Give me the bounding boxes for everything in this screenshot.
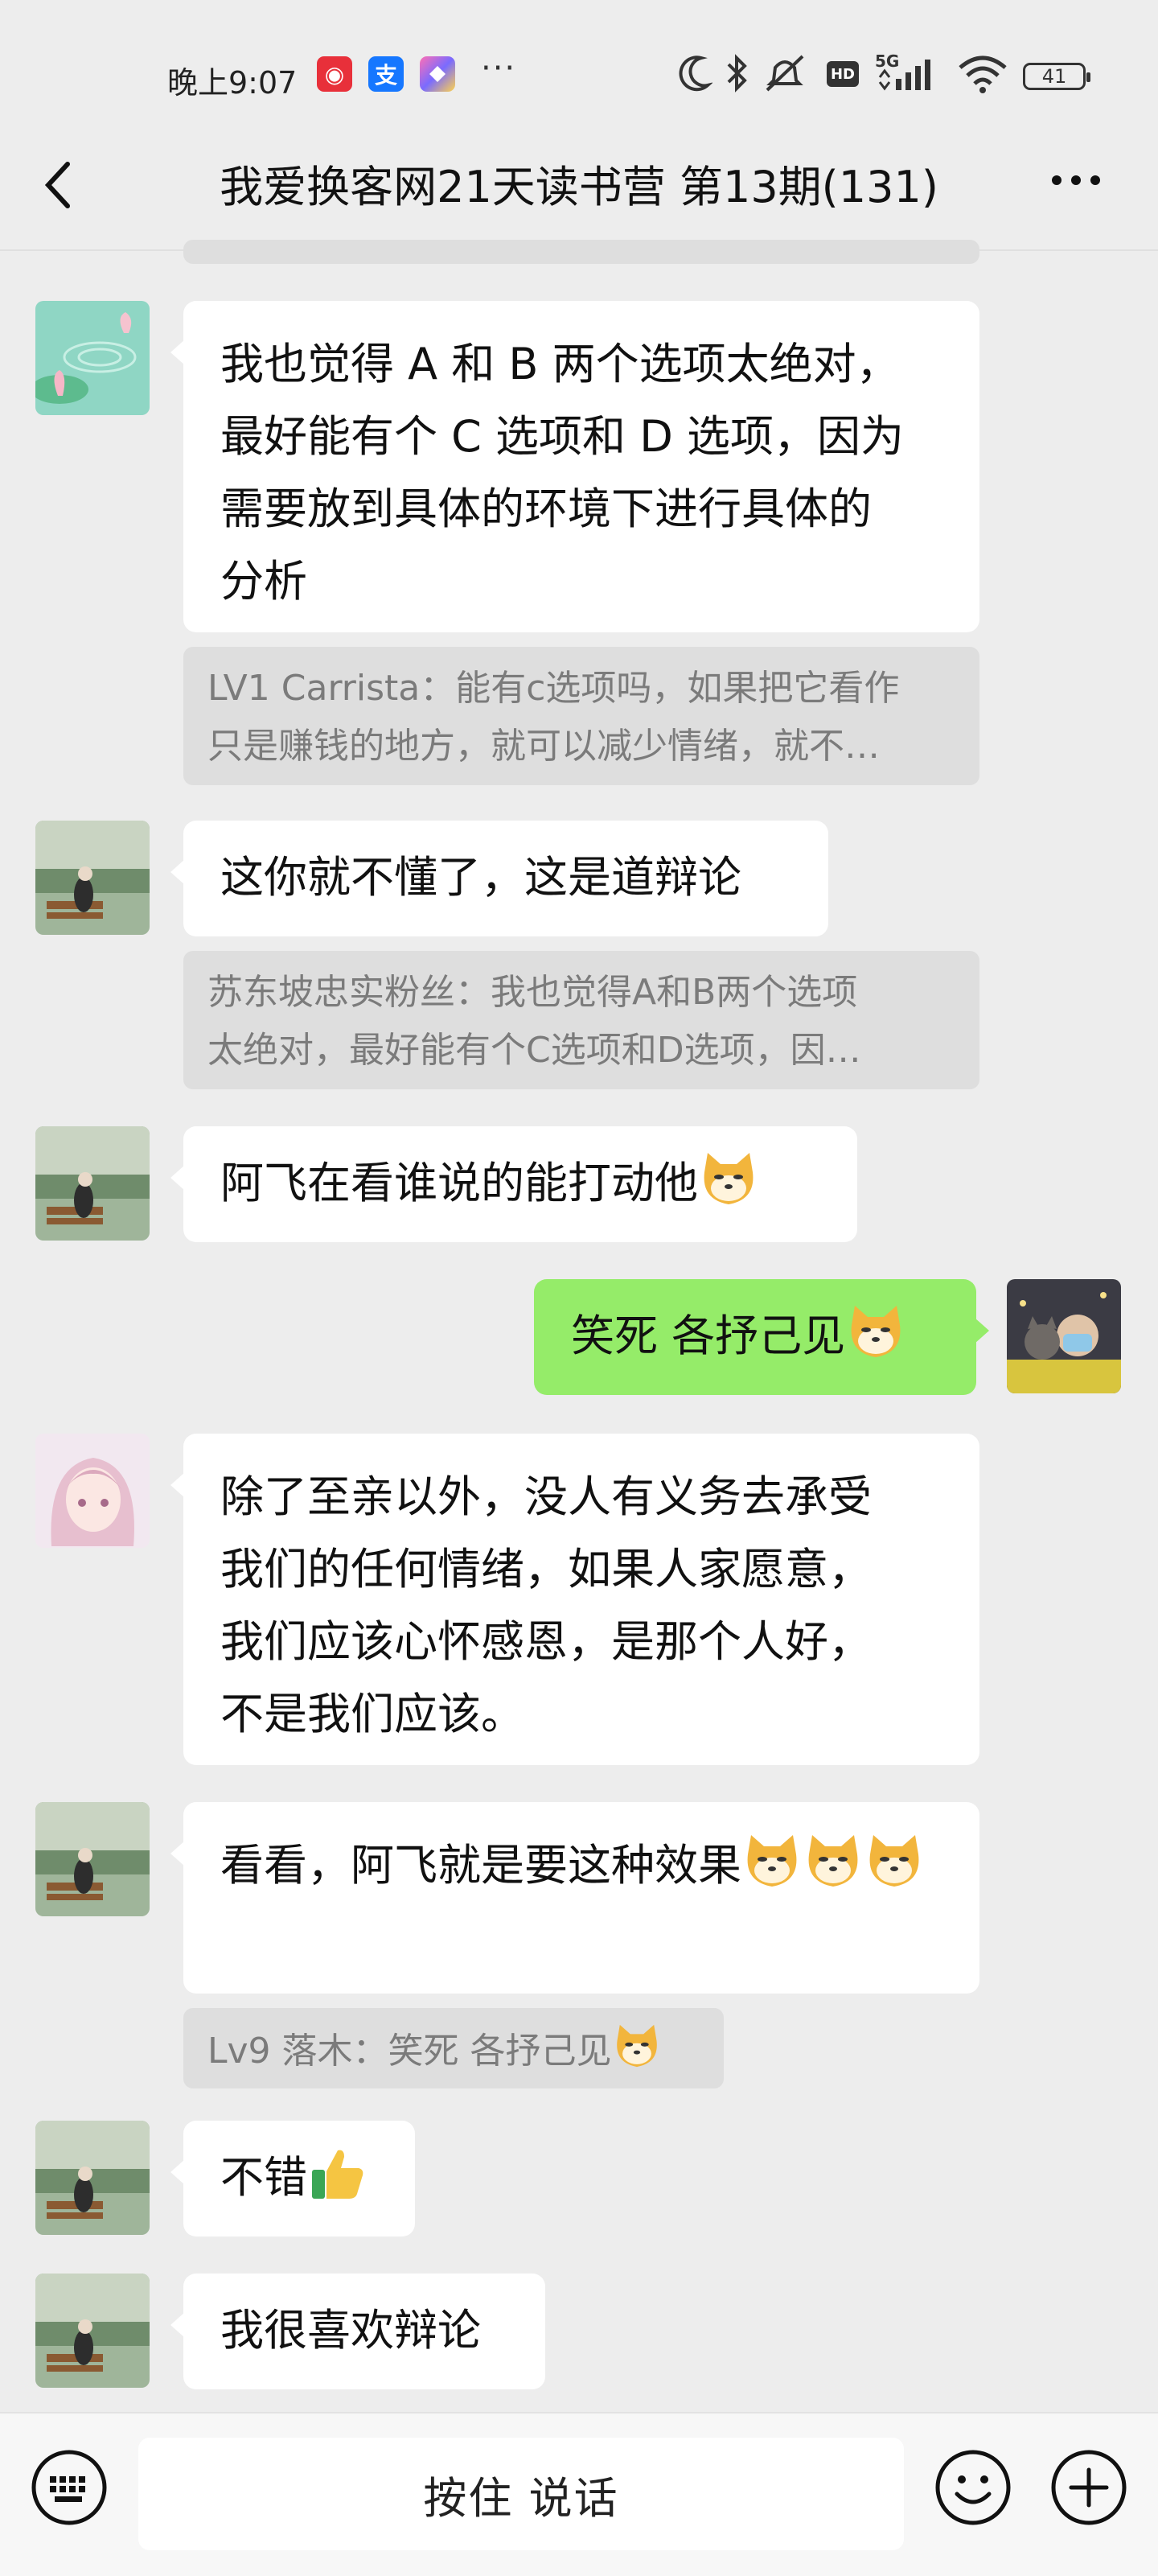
avatar-me-selfie[interactable] <box>1007 1279 1121 1393</box>
doge-emoji-icon <box>747 1835 797 1887</box>
quote-text-line: 只是赚钱的地方，就可以减少情绪，就不… <box>207 726 880 767</box>
message-text-line: 最好能有个 C 选项和 D 选项，因为 <box>220 411 904 462</box>
moon-icon <box>679 56 712 92</box>
message-text-line: 分析 <box>220 556 307 607</box>
message-text: 我很喜欢辩论 <box>220 2305 481 2356</box>
signal-icon <box>878 60 930 91</box>
netease-music-icon: ◉ <box>317 56 352 92</box>
more-options-icon[interactable] <box>1044 156 1108 204</box>
app-icon <box>420 56 455 92</box>
quote-text-line: 太绝对，最好能有个C选项和D选项，因… <box>207 1030 861 1071</box>
message-bubble[interactable]: 阿飞在看谁说的能打动他 <box>170 1126 857 1242</box>
bluetooth-icon <box>727 54 747 93</box>
alipay-icon: 支 <box>368 56 404 92</box>
input-bar: 按住 说话 <box>0 2412 1158 2576</box>
hold-to-talk-button[interactable]: 按住 说话 <box>138 2438 904 2550</box>
quote-text-line: LV1 Carrista：能有c选项吗，如果把它看作 <box>207 668 900 709</box>
battery-icon: 41 <box>1023 63 1090 90</box>
avatar-bench[interactable] <box>35 2274 150 2388</box>
message-bubble[interactable]: 不错 <box>170 2121 415 2237</box>
quote-fragment <box>183 240 979 264</box>
more-notifications-icon: ··· <box>481 50 517 87</box>
message-bubble[interactable]: 这你就不懂了，这是道辩论 <box>170 821 828 936</box>
doge-emoji-icon <box>869 1835 919 1887</box>
chat-header: 我爱换客网21天读书营 第13期(131) <box>0 129 1158 249</box>
emoji-icon[interactable] <box>933 2447 1013 2528</box>
thumbs-up-icon <box>312 2150 363 2199</box>
message-text: 笑死 各抒己见 <box>571 1311 846 1361</box>
quoted-message[interactable]: Lv9 落木：笑死 各抒己见 <box>183 2008 724 2088</box>
plus-icon[interactable] <box>1049 2447 1129 2528</box>
message-text-line: 不是我们应该。 <box>220 1689 524 1739</box>
message-text-line: 我们的任何情绪，如果人家愿意， <box>220 1544 872 1595</box>
message-text: 阿飞在看谁说的能打动他 <box>220 1158 698 1208</box>
doge-emoji-icon <box>851 1306 901 1357</box>
hd-icon: HD <box>827 61 859 87</box>
status-time: 晚上9:07 <box>167 65 298 101</box>
doge-emoji-icon <box>808 1835 858 1887</box>
message-text: 不错 <box>220 2152 307 2203</box>
chat-title: 我爱换客网21天读书营 第13期(131) <box>220 162 938 212</box>
message-bubble[interactable]: 看看，阿飞就是要这种效果 <box>170 1802 979 1994</box>
avatar-lotus[interactable] <box>35 301 150 415</box>
quoted-message[interactable]: 苏东坡忠实粉丝：我也觉得A和B两个选项 太绝对，最好能有个C选项和D选项，因… <box>183 951 979 1089</box>
message-text-line: 我们应该心怀感恩，是那个人好， <box>220 1616 872 1667</box>
message-bubble[interactable]: 除了至亲以外，没人有义务去承受 我们的任何情绪，如果人家愿意， 我们应该心怀感恩… <box>170 1434 979 1765</box>
message-text: 这你就不懂了，这是道辩论 <box>220 852 741 903</box>
avatar-bench[interactable] <box>35 1802 150 1916</box>
avatar-bench[interactable] <box>35 2121 150 2235</box>
my-message-bubble[interactable]: 笑死 各抒己见 <box>534 1279 989 1395</box>
doge-emoji-icon <box>616 2024 657 2068</box>
quote-text: Lv9 落木：笑死 各抒己见 <box>207 2031 612 2072</box>
message-text-line: 我也觉得 A 和 B 两个选项太绝对， <box>220 339 900 389</box>
avatar-anime-girl[interactable] <box>35 1434 150 1548</box>
avatar-bench[interactable] <box>35 1126 150 1241</box>
quoted-message[interactable]: LV1 Carrista：能有c选项吗，如果把它看作 只是赚钱的地方，就可以减少… <box>183 647 979 785</box>
keyboard-icon[interactable] <box>29 2447 109 2528</box>
message-bubble[interactable]: 我很喜欢辩论 <box>170 2274 545 2389</box>
message-text-line: 除了至亲以外，没人有义务去承受 <box>220 1471 872 1522</box>
quote-text-line: 苏东坡忠实粉丝：我也觉得A和B两个选项 <box>207 972 858 1013</box>
message-text-line: 需要放到具体的环境下进行具体的 <box>220 484 872 534</box>
avatar-bench[interactable] <box>35 821 150 935</box>
wifi-icon <box>959 56 1007 93</box>
message-text: 看看，阿飞就是要这种效果 <box>220 1840 741 1891</box>
mute-icon <box>766 55 804 92</box>
message-bubble[interactable]: 我也觉得 A 和 B 两个选项太绝对， 最好能有个 C 选项和 D 选项，因为 … <box>170 301 979 632</box>
doge-emoji-icon <box>704 1153 754 1204</box>
